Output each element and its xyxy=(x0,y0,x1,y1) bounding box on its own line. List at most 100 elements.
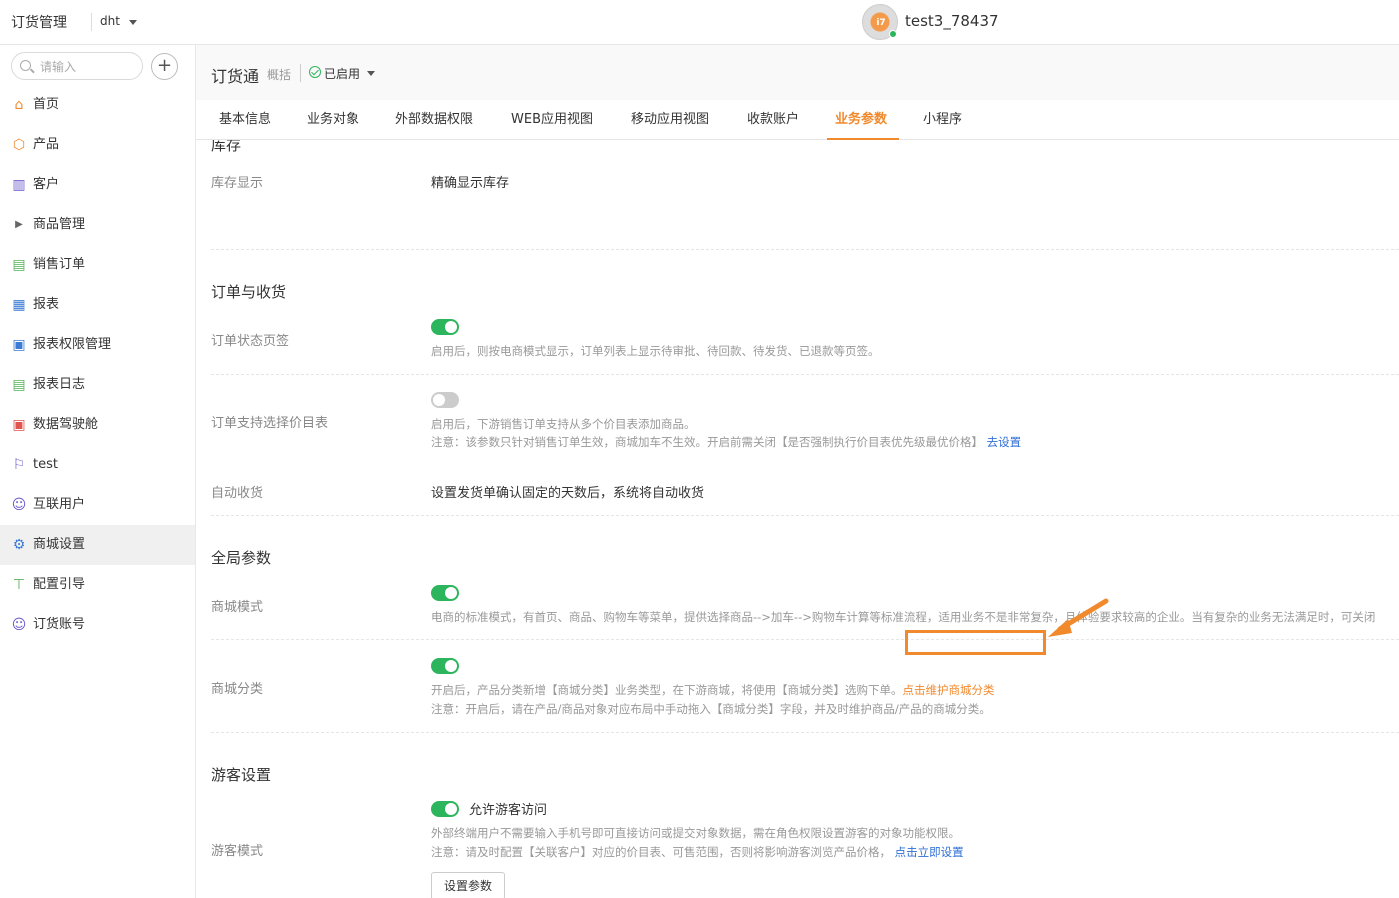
pricebook-note-text: 注意：该参数只针对销售订单生效，商城加车不生效。开启前需关闭【是否强制执行价目表… xyxy=(431,435,983,449)
sidebar-item-sales-order[interactable]: ▤ 销售订单 xyxy=(0,245,195,285)
sidebar-item-connected-users[interactable]: ☺ 互联用户 xyxy=(0,485,195,525)
flag-icon: ⚐ xyxy=(12,457,26,473)
dashboard-icon: ▣ xyxy=(12,417,26,433)
check-circle-icon xyxy=(309,66,321,78)
section-title-global: 全局参数 xyxy=(211,549,272,567)
pricebook-toggle[interactable] xyxy=(431,392,459,408)
sidebar-nav: ⌂ 首页 ⬡ 产品 ▥ 客户 ▶ 商品管理 ▤ 销售订单 ▦ 报表 ▣ 报表权限… xyxy=(0,85,195,645)
home-icon: ⌂ xyxy=(14,97,24,113)
status-dropdown[interactable]: 已启用 xyxy=(324,65,360,82)
sidebar-item-label: 互联用户 xyxy=(33,497,86,512)
sidebar-item-label: 客户 xyxy=(33,177,60,192)
chevron-down-icon[interactable] xyxy=(129,20,137,25)
tab-external-data-permission[interactable]: 外部数据权限 xyxy=(395,100,473,140)
add-button[interactable]: + xyxy=(151,53,178,80)
page-title: 订货通 xyxy=(211,67,260,86)
sidebar-item-order-account[interactable]: ☺ 订货账号 xyxy=(0,605,195,645)
mall-mode-toggle[interactable] xyxy=(431,585,459,601)
sidebar-item-report[interactable]: ▦ 报表 xyxy=(0,285,195,325)
guest-mode-note: 注意：请及时配置【关联客户】对应的价目表、可售范围，否则将影响游客浏览产品价格，… xyxy=(431,844,964,860)
order-status-tabs-label: 订单状态页签 xyxy=(211,334,290,349)
sidebar-item-label: test xyxy=(33,457,58,472)
annotation-arrow-icon xyxy=(1048,598,1109,637)
tab-business-params[interactable]: 业务参数 xyxy=(835,100,887,140)
report-log-icon: ▤ xyxy=(12,377,26,393)
auto-receive-value: 设置发货单确认固定的天数后，系统将自动收货 xyxy=(431,486,705,501)
guest-mode-desc: 外部终端用户不需要输入手机号即可直接访问或提交对象数据，需在角色权限设置游客的对… xyxy=(431,826,960,840)
go-settings-link[interactable]: 去设置 xyxy=(987,435,1022,449)
section-title-inventory: 库存 xyxy=(211,140,242,154)
avatar[interactable]: i7 xyxy=(862,4,898,40)
avatar-logo: i7 xyxy=(876,18,886,28)
tab-bar: 基本信息 业务对象 外部数据权限 WEB应用视图 移动应用视图 收款账户 业务参… xyxy=(196,100,1399,140)
sidebar-item-goods-management[interactable]: ▶ 商品管理 xyxy=(0,205,195,245)
sidebar-item-product[interactable]: ⬡ 产品 xyxy=(0,125,195,165)
auto-receive-label: 自动收货 xyxy=(211,486,264,501)
caret-right-icon: ▶ xyxy=(15,219,23,230)
tab-business-objects[interactable]: 业务对象 xyxy=(307,100,359,140)
tab-mini-program[interactable]: 小程序 xyxy=(923,100,962,140)
stock-display-value: 精确显示库存 xyxy=(431,176,510,191)
search-input[interactable] xyxy=(40,58,136,75)
mall-mode-label: 商城模式 xyxy=(211,600,264,615)
sidebar-item-label: 报表 xyxy=(33,297,60,312)
sidebar-item-report-permission[interactable]: ▣ 报表权限管理 xyxy=(0,325,195,365)
pricebook-note: 注意：该参数只针对销售订单生效，商城加车不生效。开启前需关闭【是否强制执行价目表… xyxy=(431,434,1021,450)
sidebar-item-label: 报表权限管理 xyxy=(33,337,112,352)
tab-web-app-view[interactable]: WEB应用视图 xyxy=(511,100,593,140)
box-icon: ⬡ xyxy=(12,137,26,153)
tab-basic-info[interactable]: 基本信息 xyxy=(219,100,271,140)
overview-link[interactable]: 概括 xyxy=(267,66,291,83)
tab-mobile-app-view[interactable]: 移动应用视图 xyxy=(631,100,709,140)
sidebar-item-report-log[interactable]: ▤ 报表日志 xyxy=(0,365,195,405)
divider xyxy=(211,249,1399,250)
tenant-selector[interactable]: dht xyxy=(100,14,120,28)
search-box[interactable] xyxy=(11,52,143,80)
online-status-icon xyxy=(889,30,897,38)
setup-now-link[interactable]: 点击立即设置 xyxy=(895,845,964,859)
sidebar-item-customer[interactable]: ▥ 客户 xyxy=(0,165,195,205)
settings-icon: ⚙ xyxy=(12,537,26,553)
stock-display-label: 库存显示 xyxy=(211,176,264,191)
mall-category-label: 商城分类 xyxy=(211,682,264,697)
sidebar-item-config-guide[interactable]: ⊤ 配置引导 xyxy=(0,565,195,605)
main-panel: 订货通 概括 已启用 基本信息 业务对象 外部数据权限 WEB应用视图 移动应用… xyxy=(196,45,1399,898)
sidebar-item-label: 商品管理 xyxy=(33,217,86,232)
sidebar-item-label: 数据驾驶舱 xyxy=(33,417,99,432)
highlight-box xyxy=(905,630,1046,655)
mall-category-toggle[interactable] xyxy=(431,658,459,674)
users-icon: ☺ xyxy=(11,497,27,513)
sidebar-item-label: 订货账号 xyxy=(33,617,86,632)
divider xyxy=(211,639,1399,640)
maintain-mall-category-link[interactable]: 点击维护商城分类 xyxy=(903,683,995,697)
tab-payment-account[interactable]: 收款账户 xyxy=(747,100,799,140)
sidebar: + ⌂ 首页 ⬡ 产品 ▥ 客户 ▶ 商品管理 ▤ 销售订单 ▦ 报表 ▣ 报表… xyxy=(0,45,196,898)
header-divider xyxy=(300,64,301,82)
app-title: 订货管理 xyxy=(11,15,67,31)
sidebar-item-label: 商城设置 xyxy=(33,537,86,552)
sidebar-item-test[interactable]: ⚐ test xyxy=(0,445,195,485)
report-lock-icon: ▣ xyxy=(12,337,26,353)
signpost-icon: ⊤ xyxy=(12,577,26,593)
sidebar-item-data-cockpit[interactable]: ▣ 数据驾驶舱 xyxy=(0,405,195,445)
set-params-button[interactable]: 设置参数 xyxy=(431,872,505,898)
section-title-order: 订单与收货 xyxy=(211,283,287,301)
sidebar-item-label: 产品 xyxy=(33,137,60,152)
username[interactable]: test3_78437 xyxy=(905,12,999,30)
building-icon: ▥ xyxy=(12,177,26,193)
sidebar-item-home[interactable]: ⌂ 首页 xyxy=(0,85,195,125)
divider xyxy=(211,732,1399,733)
order-status-tabs-toggle[interactable] xyxy=(431,319,459,335)
divider xyxy=(211,515,1399,516)
chevron-down-icon[interactable] xyxy=(367,71,375,76)
sidebar-item-label: 首页 xyxy=(33,97,60,112)
guest-access-toggle[interactable] xyxy=(431,801,459,817)
page-header: 订货通 概括 已启用 xyxy=(196,45,1399,100)
sidebar-item-mall-settings[interactable]: ⚙ 商城设置 xyxy=(0,525,195,565)
guest-mode-label: 游客模式 xyxy=(211,844,264,859)
divider xyxy=(211,374,1399,375)
mall-category-note: 注意：开启后，请在产品/商品对象对应布局中手动拖入【商城分类】字段，并及时维护商… xyxy=(431,702,991,716)
top-divider xyxy=(91,13,92,31)
sidebar-item-label: 配置引导 xyxy=(33,577,86,592)
section-title-guest: 游客设置 xyxy=(211,766,272,784)
